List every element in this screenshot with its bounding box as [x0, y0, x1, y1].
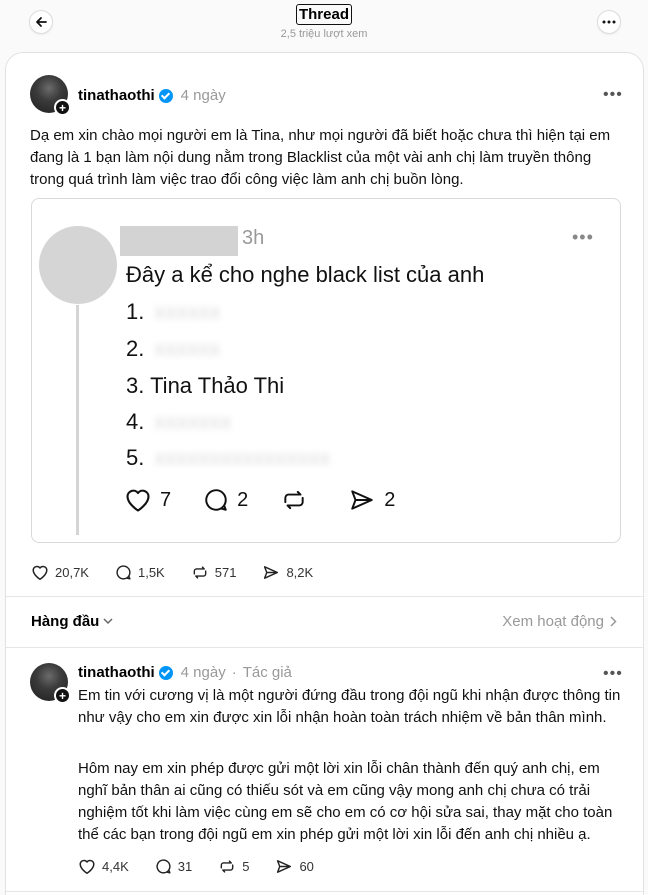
share-button[interactable]: 60: [275, 858, 314, 875]
like-count: 4,4K: [102, 859, 129, 874]
like-count: 20,7K: [55, 565, 89, 580]
verified-badge-icon: [158, 88, 173, 103]
separator-dot: ·: [231, 664, 237, 681]
verified-badge-icon: [158, 665, 173, 680]
top-bar: Thread 2,5 triệu lượt xem: [0, 0, 648, 52]
repost-count: 571: [214, 565, 237, 580]
like-button[interactable]: 20,7K: [31, 564, 89, 581]
send-icon: [277, 860, 292, 873]
comment-icon: [156, 859, 171, 874]
embedded-like: 7: [124, 487, 171, 513]
follow-plus-icon[interactable]: +: [54, 99, 71, 116]
reply-more-icon[interactable]: •••: [603, 665, 623, 683]
embedded-actions: 7 2 2: [124, 487, 427, 513]
repost-button[interactable]: 571: [191, 564, 237, 581]
chevron-down-icon: [103, 618, 113, 625]
post-time: 4 ngày: [180, 87, 226, 104]
view-count: 2,5 triệu lượt xem: [280, 28, 368, 40]
embedded-repost: [280, 487, 316, 513]
author-tag: Tác giả: [242, 664, 292, 681]
reply-text-paragraph: Em tin với cương vị là một người đứng đầ…: [78, 687, 621, 726]
heart-icon: [32, 565, 48, 580]
post-header: tinathaothi 4 ngày: [78, 87, 226, 104]
post-actions: 20,7K 1,5K 571 8,2K: [31, 564, 339, 581]
heart-icon: [79, 859, 95, 874]
embedded-more-icon: •••: [572, 227, 594, 247]
divider: [6, 596, 643, 597]
embedded-reply: 2: [203, 487, 248, 513]
comment-icon: [205, 489, 227, 511]
repost-icon: [193, 566, 207, 579]
comment-icon: [116, 565, 131, 580]
embedded-share: 2: [348, 487, 395, 513]
reply-avatar[interactable]: +: [30, 663, 71, 704]
title-area: Thread 2,5 triệu lượt xem: [0, 4, 648, 40]
repost-icon: [284, 490, 304, 510]
reply-header: tinathaothi 4 ngày · Tác giả: [78, 664, 292, 681]
activity-label: Xem hoạt động: [502, 613, 604, 630]
like-button[interactable]: 4,4K: [78, 858, 129, 875]
sort-label: Hàng đầu: [31, 613, 100, 630]
heart-icon: [126, 489, 150, 512]
reply-count: 1,5K: [137, 565, 165, 580]
send-icon: [351, 490, 373, 510]
embedded-username-redacted: [120, 226, 238, 256]
post-text: Dạ em xin chào mọi người em là Tina, như…: [30, 127, 611, 188]
repost-count: 5: [242, 859, 250, 874]
embedded-list-item: 2. xxxxxx: [126, 336, 221, 361]
embedded-list-item: 5. xxxxxxxxxxxxxxxx: [126, 445, 331, 470]
reply-actions: 4,4K 31 5 60: [78, 858, 340, 875]
sort-dropdown[interactable]: Hàng đầu: [31, 613, 113, 630]
avatar[interactable]: +: [30, 75, 71, 116]
page-title: Thread: [295, 4, 352, 25]
post-more-icon[interactable]: •••: [603, 86, 623, 104]
repost-icon: [220, 860, 234, 873]
reply-username[interactable]: tinathaothi: [78, 664, 155, 681]
embedded-time: 3h: [242, 227, 265, 249]
divider: [6, 647, 643, 648]
share-count: 60: [299, 859, 314, 874]
send-icon: [264, 566, 279, 579]
more-horizontal-icon: [602, 20, 616, 24]
username[interactable]: tinathaothi: [78, 87, 155, 104]
reply-button[interactable]: 31: [155, 858, 192, 875]
embedded-list-item: 1. xxxxxx: [126, 299, 221, 324]
follow-plus-icon[interactable]: +: [54, 687, 71, 704]
post-image[interactable]: 3h ••• Đây a kể cho nghe black list của …: [31, 198, 621, 543]
reply-count: 31: [177, 859, 193, 874]
embedded-avatar: [39, 226, 117, 304]
reply-time: 4 ngày: [180, 664, 226, 681]
share-button[interactable]: 8,2K: [262, 564, 313, 581]
embedded-list-item: 3. Tina Thảo Thi: [126, 373, 285, 398]
chevron-right-icon: [610, 616, 617, 627]
thread-menu-button[interactable]: [597, 10, 621, 34]
divider: [6, 891, 643, 892]
embedded-text: Đây a kể cho nghe black list của anh: [126, 262, 485, 287]
thread-card: + tinathaothi 4 ngày ••• Dạ em xin chào …: [5, 52, 644, 895]
share-count: 8,2K: [286, 565, 314, 580]
embedded-list-item: 4. xxxxxxx: [126, 409, 232, 434]
repost-button[interactable]: 5: [218, 858, 249, 875]
view-activity-link[interactable]: Xem hoạt động: [502, 613, 617, 630]
embedded-thread-line: [76, 305, 79, 535]
reply-button[interactable]: 1,5K: [115, 564, 165, 581]
reply-text-paragraph: Hôm nay em xin phép được gửi một lời xin…: [78, 760, 613, 843]
